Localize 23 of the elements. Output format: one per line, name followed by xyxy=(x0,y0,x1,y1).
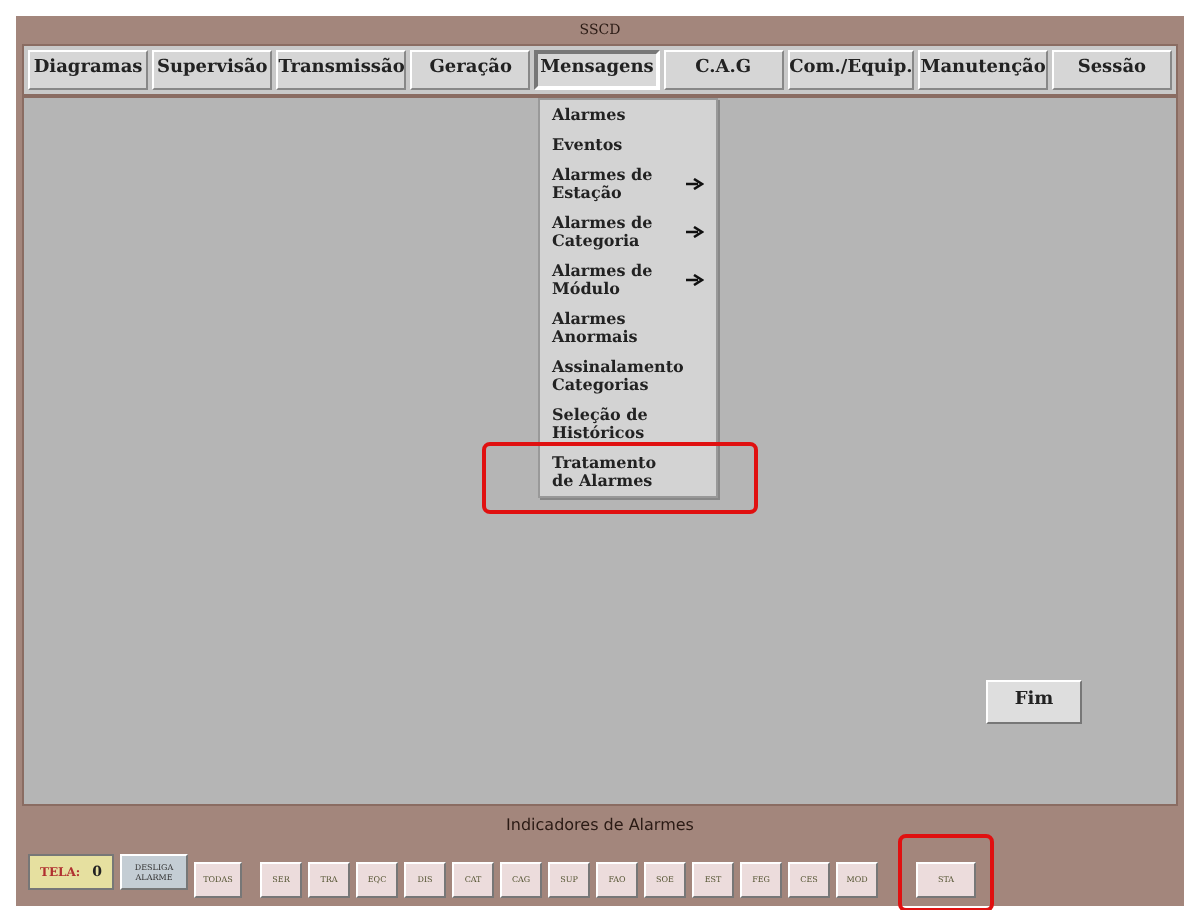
menu-tab[interactable]: Transmissão xyxy=(276,49,407,90)
menu-item[interactable]: Alarmes xyxy=(552,105,704,124)
panel-title: Indicadores de Alarmes xyxy=(506,814,694,839)
arrow-icon xyxy=(686,177,704,190)
menu-tab[interactable]: Com./Equip. xyxy=(787,49,915,90)
arrow-icon xyxy=(686,225,704,238)
menu-item[interactable]: Alarmes Anormais xyxy=(552,309,704,346)
menu-item[interactable]: Seleção de Históricos xyxy=(552,405,704,442)
menu-item[interactable]: Alarmes de Estação xyxy=(552,165,704,202)
menu-tab[interactable]: Mensagens xyxy=(534,49,660,90)
menu-item[interactable]: Tratamento de Alarmes xyxy=(552,453,704,490)
fim-button[interactable]: Fim xyxy=(986,679,1082,724)
menu-item[interactable]: Assinalamento Categorias xyxy=(552,357,704,394)
menu-tab[interactable]: Diagramas xyxy=(28,49,149,90)
arrow-icon xyxy=(686,273,704,286)
menu-tab[interactable]: Manutenção xyxy=(918,49,1048,90)
menu-tab[interactable]: Supervisão xyxy=(152,49,273,90)
menu-tab[interactable]: Sessão xyxy=(1051,49,1172,90)
menu-item[interactable]: Alarmes de Categoria xyxy=(552,213,704,250)
menu-tab[interactable]: C.A.G xyxy=(663,49,784,90)
menu-item[interactable]: Eventos xyxy=(552,135,704,154)
menu-tab[interactable]: Geração xyxy=(410,49,531,90)
menu-item[interactable]: Alarmes de Módulo xyxy=(552,261,704,298)
